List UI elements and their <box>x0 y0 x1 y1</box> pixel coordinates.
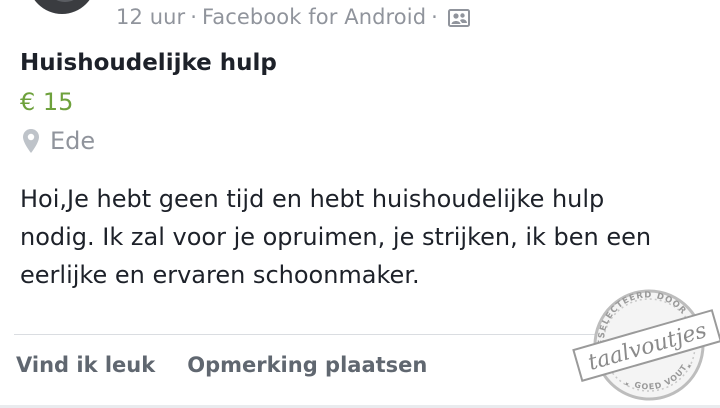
post-actions: Vind ik leuk Opmerking plaatsen <box>16 353 427 377</box>
listing-price: € 15 <box>20 88 74 116</box>
post-body: Hoi,Je hebt geen tijd en hebt huishoudel… <box>20 185 652 289</box>
meta-separator: · <box>190 5 198 29</box>
taalvoutjes-watermark: GESELECTEERD DOOR taalvoutjes GOED VOUT!… <box>571 283 720 405</box>
friends-icon[interactable] <box>447 7 470 29</box>
like-button[interactable]: Vind ik leuk <box>16 353 155 377</box>
map-pin-icon <box>23 129 39 153</box>
comment-button[interactable]: Opmerking plaatsen <box>187 353 427 377</box>
post-timestamp[interactable]: 12 uur <box>116 5 185 29</box>
marketplace-post: 12 uur · Facebook for Android · Huishoud… <box>0 0 720 408</box>
listing-title[interactable]: Huishoudelijke hulp <box>20 50 277 76</box>
post-source: Facebook for Android <box>202 5 427 29</box>
listing-location: Ede <box>22 127 95 155</box>
meta-separator: · <box>431 5 438 29</box>
post-meta: 12 uur · Facebook for Android · <box>116 2 470 32</box>
avatar[interactable] <box>28 0 96 14</box>
location-label: Ede <box>50 127 96 155</box>
